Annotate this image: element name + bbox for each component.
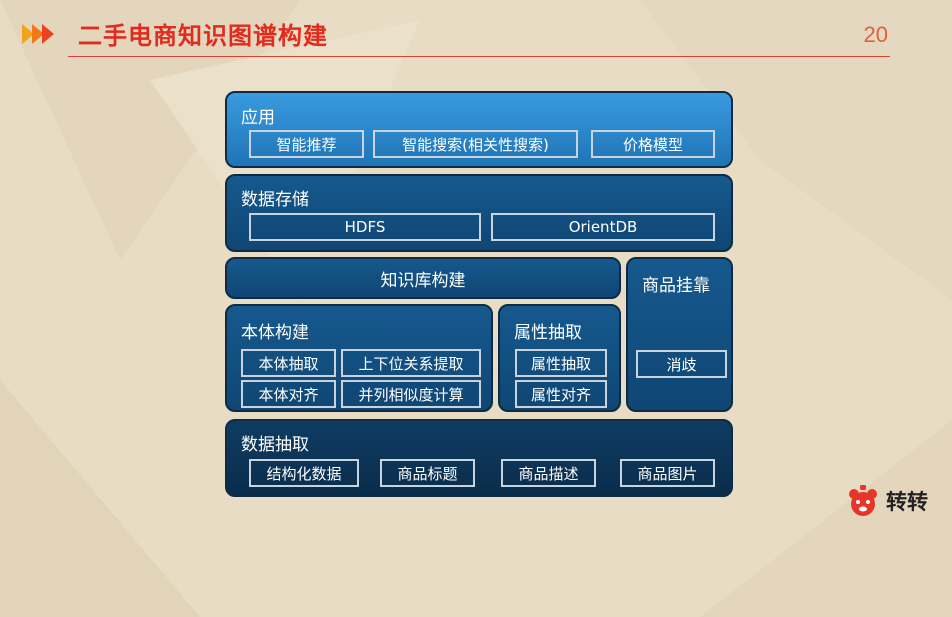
kb-build-label: 知识库构建: [380, 270, 466, 291]
storage-label: 数据存储: [241, 190, 309, 210]
extraction-layer: 数据抽取 结构化数据 商品标题 商品描述 商品图片: [225, 419, 733, 497]
attribute-panel: 属性抽取 属性抽取 属性对齐: [498, 304, 621, 412]
storage-item-hdfs: HDFS: [249, 213, 481, 241]
extraction-item-description: 商品描述: [501, 459, 596, 487]
extraction-item-image: 商品图片: [620, 459, 715, 487]
page-number: 20: [863, 22, 888, 47]
application-label: 应用: [241, 108, 275, 128]
attribute-label: 属性抽取: [514, 323, 582, 343]
header-divider: [68, 56, 890, 57]
ontology-panel: 本体构建 本体抽取 上下位关系提取 本体对齐 并列相似度计算: [225, 304, 493, 412]
page-title: 二手电商知识图谱构建: [78, 22, 328, 50]
ontology-item-similarity: 并列相似度计算: [341, 380, 481, 408]
application-layer: 应用 智能推荐 智能搜索(相关性搜索) 价格模型: [225, 91, 733, 168]
app-item-price-model: 价格模型: [591, 130, 715, 158]
product-linking-panel: 商品挂靠 消歧: [626, 257, 733, 412]
extraction-item-structured: 结构化数据: [249, 459, 359, 487]
kb-build-bar: 知识库构建: [225, 257, 621, 299]
ontology-label: 本体构建: [241, 323, 309, 343]
brand-logo-text: 转转: [886, 490, 928, 514]
ontology-item-alignment: 本体对齐: [241, 380, 336, 408]
storage-item-orientdb: OrientDB: [491, 213, 715, 241]
extraction-label: 数据抽取: [241, 435, 309, 455]
app-item-smart-search: 智能搜索(相关性搜索): [373, 130, 578, 158]
brand-logo: 转转: [846, 484, 928, 518]
header-arrows-icon: [22, 24, 54, 44]
bear-mascot-icon: [849, 485, 877, 516]
app-item-smart-recommend: 智能推荐: [249, 130, 364, 158]
ontology-item-hypernym: 上下位关系提取: [341, 349, 481, 377]
ontology-item-extraction: 本体抽取: [241, 349, 336, 377]
extraction-item-title: 商品标题: [380, 459, 475, 487]
linking-item-disambiguation: 消歧: [636, 350, 727, 378]
storage-layer: 数据存储 HDFS OrientDB: [225, 174, 733, 252]
attribute-item-extraction: 属性抽取: [515, 349, 607, 377]
product-linking-label: 商品挂靠: [642, 276, 710, 296]
attribute-item-alignment: 属性对齐: [515, 380, 607, 408]
